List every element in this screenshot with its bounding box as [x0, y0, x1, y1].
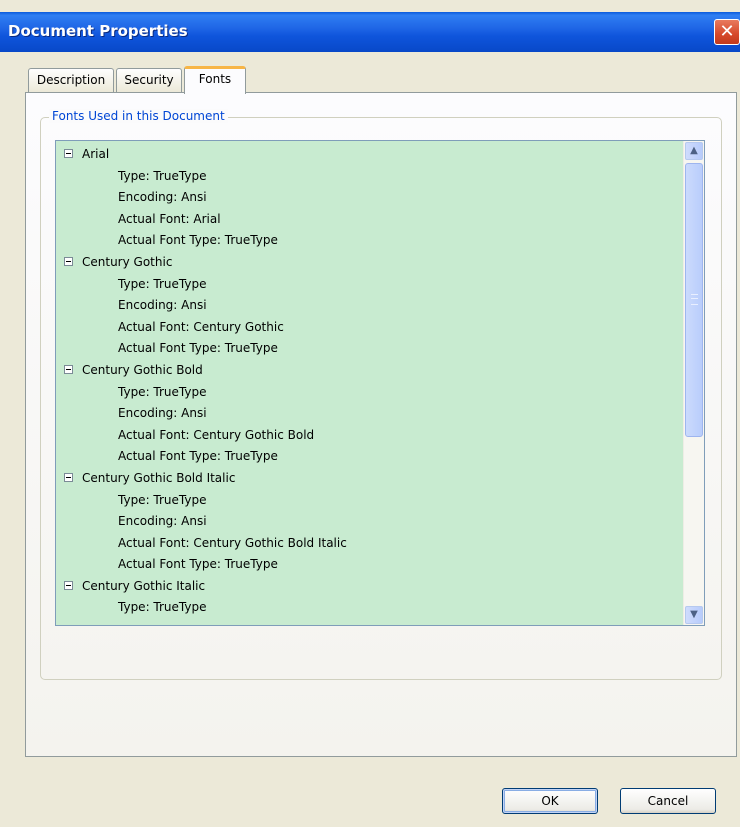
font-property: Actual Font: Century Gothic [56, 317, 676, 339]
font-property: Type: TrueType [56, 382, 676, 404]
font-property: Encoding: Ansi [56, 295, 676, 317]
scroll-down-button[interactable]: ▼ [685, 606, 703, 624]
font-property-label: Type: TrueType [118, 168, 207, 183]
font-name-label: Century Gothic [82, 254, 173, 269]
font-node[interactable]: Arial [56, 144, 676, 166]
scroll-down-icon: ▼ [690, 609, 698, 620]
collapse-icon[interactable] [64, 149, 73, 158]
document-properties-dialog: Document Properties ✕ Description Securi… [0, 0, 740, 827]
font-property-label: Encoding: Ansi [118, 514, 207, 529]
fonts-tree[interactable]: Arial Type: TrueType Encoding: Ansi Actual … [55, 140, 705, 626]
font-name-label: Arial [82, 147, 110, 161]
tab-fonts[interactable]: Fonts [184, 66, 246, 94]
font-property-label: Actual Font: Century Gothic [118, 319, 284, 334]
font-property: Actual Font Type: TrueType [56, 230, 676, 252]
font-node[interactable]: Century Gothic Bold Italic [56, 468, 676, 490]
font-property-label: Type: TrueType [118, 384, 207, 399]
tab-security[interactable]: Security [116, 68, 182, 92]
group-label: Fonts Used in this Document [49, 109, 228, 123]
scroll-thumb[interactable] [685, 163, 703, 437]
font-node[interactable]: Century Gothic Italic [56, 576, 676, 598]
tab-description[interactable]: Description [28, 68, 114, 92]
font-property: Actual Font Type: TrueType [56, 446, 676, 468]
fonts-tab-panel: Fonts Used in this Document Arial Type: T… [25, 92, 737, 757]
font-property-label: Type: TrueType [118, 492, 207, 507]
title-bar: Document Properties ✕ [0, 12, 740, 52]
font-property-label: Type: TrueType [118, 276, 207, 291]
font-node[interactable]: Century Gothic [56, 252, 676, 274]
font-node[interactable]: Century Gothic Bold [56, 360, 676, 382]
fonts-group-box: Fonts Used in this Document Arial Type: T… [40, 109, 722, 680]
font-name-label: Century Gothic Bold Italic [82, 470, 236, 485]
font-property-label: Actual Font: Arial [118, 211, 221, 226]
collapse-icon[interactable] [64, 256, 73, 266]
cancel-button[interactable]: Cancel [620, 788, 716, 814]
close-icon: ✕ [719, 21, 735, 42]
collapse-icon[interactable] [64, 472, 73, 482]
window-title: Document Properties [8, 22, 188, 40]
font-property-label: Type: TrueType [118, 600, 207, 615]
font-property-label: Encoding: Ansi [118, 298, 207, 313]
font-property-label: Actual Font Type: TrueType [118, 557, 278, 572]
font-property-label: Actual Font Type: TrueType [118, 233, 278, 248]
font-property-label: Actual Font Type: TrueType [118, 341, 278, 356]
font-property-label: Actual Font Type: TrueType [118, 449, 278, 464]
font-property: Actual Font: Arial [56, 209, 676, 231]
font-property-label: Encoding: Ansi [118, 190, 207, 205]
font-property: Type: TrueType [56, 490, 676, 512]
font-property: Actual Font Type: TrueType [56, 554, 676, 576]
font-property: Type: TrueType [56, 274, 676, 296]
font-property-label: Encoding: Ansi [118, 406, 207, 421]
font-property-label: Actual Font: Century Gothic Bold Italic [118, 535, 347, 550]
collapse-icon[interactable] [64, 580, 73, 590]
font-property: Encoding: Ansi [56, 511, 676, 533]
font-property: Actual Font Type: TrueType [56, 338, 676, 360]
font-property: Actual Font: Century Gothic Bold [56, 425, 676, 447]
tree-content: Arial Type: TrueType Encoding: Ansi Actual … [56, 144, 676, 619]
grip-icon [691, 294, 698, 305]
collapse-icon[interactable] [64, 364, 73, 374]
font-property: Type: TrueType [56, 166, 676, 188]
font-name-label: Century Gothic Bold [82, 362, 203, 377]
font-property: Actual Font: Century Gothic Bold Italic [56, 533, 676, 555]
font-property: Encoding: Ansi [56, 187, 676, 209]
scroll-up-button[interactable]: ▲ [685, 142, 703, 160]
font-property: Encoding: Ansi [56, 403, 676, 425]
vertical-scrollbar[interactable]: ▲ ▼ [683, 141, 704, 625]
ok-button[interactable]: OK [502, 788, 598, 814]
close-button[interactable]: ✕ [714, 19, 740, 45]
font-property: Type: TrueType [56, 597, 676, 619]
scroll-up-icon: ▲ [690, 145, 698, 156]
font-property-label: Actual Font: Century Gothic Bold [118, 427, 315, 442]
font-name-label: Century Gothic Italic [82, 578, 206, 593]
